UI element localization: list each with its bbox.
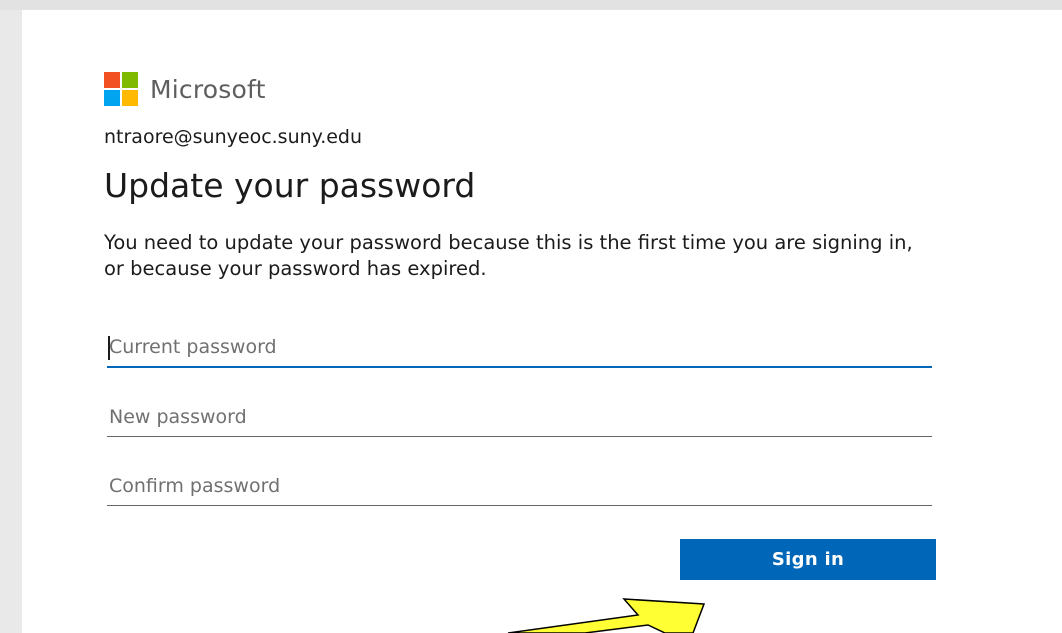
description-text: You need to update your password because… bbox=[104, 231, 913, 280]
account-email: ntraore@sunyeoc.suny.edu bbox=[104, 126, 363, 148]
logo-square-blue bbox=[104, 90, 120, 106]
logo-square-red bbox=[104, 72, 120, 88]
microsoft-squares-icon bbox=[104, 72, 138, 106]
microsoft-logo: Microsoft bbox=[104, 71, 266, 107]
logo-square-green bbox=[122, 72, 138, 88]
brand-name: Microsoft bbox=[150, 74, 266, 104]
sign-in-button[interactable]: Sign in bbox=[680, 539, 936, 580]
new-password-input[interactable] bbox=[107, 397, 932, 437]
top-frame-strip bbox=[0, 0, 1062, 10]
page-title: Update your password bbox=[104, 166, 476, 205]
confirm-password-input[interactable] bbox=[107, 466, 932, 506]
current-password-input[interactable] bbox=[107, 328, 932, 368]
text-caret bbox=[108, 336, 110, 360]
logo-square-yellow bbox=[122, 90, 138, 106]
